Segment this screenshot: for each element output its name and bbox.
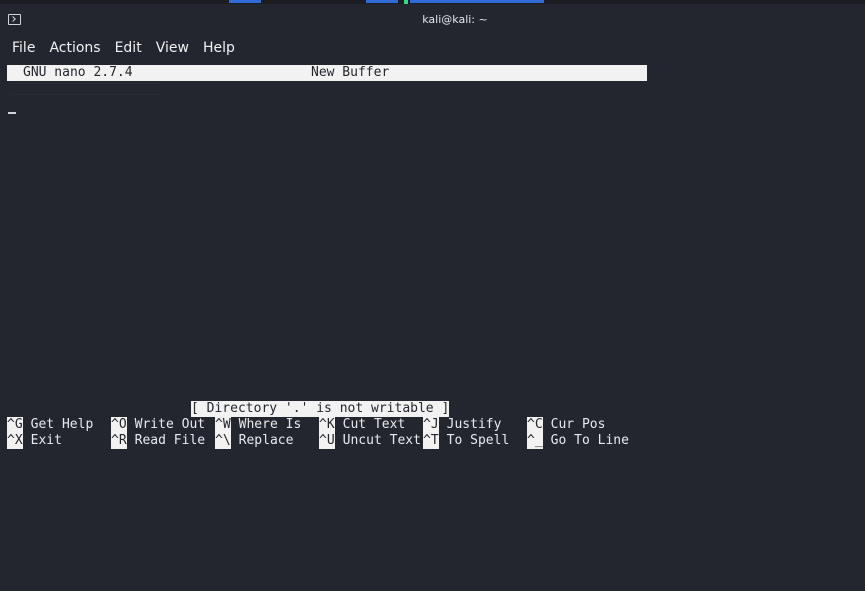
shortcut-where-is[interactable]: ^W Where Is <box>215 417 301 433</box>
shortcut-key: ^G <box>7 417 23 433</box>
shortcut-go-to-line[interactable]: ^_ Go To Line <box>527 433 629 449</box>
shortcut-key: ^X <box>7 433 23 449</box>
shortcut-label: Justify <box>446 417 502 432</box>
shortcut-read-file[interactable]: ^R Read File <box>111 433 205 449</box>
shortcut-exit[interactable]: ^X Exit <box>7 433 62 449</box>
shortcut-key: ^J <box>423 417 439 433</box>
shortcut-label: Uncut Text <box>342 433 421 448</box>
shortcut-label: To Spell <box>446 433 510 448</box>
shortcut-label: Write Out <box>134 417 206 432</box>
shortcut-label: Cur Pos <box>550 417 606 432</box>
shortcut-key: ^R <box>111 433 127 449</box>
shortcut-uncut-text[interactable]: ^U Uncut Text <box>319 433 421 449</box>
nano-version: GNU nano 2.7.4 <box>23 65 133 80</box>
window-title: kali@kali: ~ <box>422 13 488 26</box>
menu-edit[interactable]: Edit <box>111 36 146 60</box>
shortcut-key: ^T <box>423 433 439 449</box>
shortcut-write-out[interactable]: ^O Write Out <box>111 417 205 433</box>
shortcut-get-help[interactable]: ^G Get Help <box>7 417 93 433</box>
title-bar: kali@kali: ~ <box>0 4 865 36</box>
shortcut-key: ^O <box>111 417 127 433</box>
shortcut-to-spell[interactable]: ^T To Spell <box>423 433 509 449</box>
shortcut-label: Where Is <box>238 417 302 432</box>
shortcut-cur-pos[interactable]: ^C Cur Pos <box>527 417 605 433</box>
menu-file[interactable]: File <box>8 36 39 60</box>
menu-view[interactable]: View <box>152 36 193 60</box>
shortcut-justify[interactable]: ^J Justify <box>423 417 501 433</box>
shortcut-label: Exit <box>30 433 62 448</box>
shortcut-label: Get Help <box>30 417 94 432</box>
shortcut-key: ^W <box>215 417 231 433</box>
shortcut-replace[interactable]: ^\ Replace <box>215 433 293 449</box>
ghost-prompt-remnant <box>10 83 160 95</box>
menu-help[interactable]: Help <box>199 36 239 60</box>
panel-task-indicator[interactable] <box>229 0 261 3</box>
shortcut-row-1: ^G Get Help ^O Write Out ^W Where Is ^K Cut … <box>7 417 707 433</box>
shortcut-key: ^_ <box>527 433 543 449</box>
shortcut-key: ^U <box>319 433 335 449</box>
menu-bar: File Actions Edit View Help <box>0 36 865 60</box>
nano-title-bar: GNU nano 2.7.4 New Buffer <box>7 65 647 81</box>
shortcut-label: Replace <box>238 433 294 448</box>
panel-task-indicator[interactable] <box>366 0 398 3</box>
shortcut-key: ^K <box>319 417 335 433</box>
status-message: [ Directory '.' is not writable ] <box>191 401 450 417</box>
menu-actions[interactable]: Actions <box>45 36 104 60</box>
shortcut-label: Cut Text <box>342 417 406 432</box>
shortcut-cut-text[interactable]: ^K Cut Text <box>319 417 405 433</box>
panel-task-indicator[interactable] <box>410 0 544 3</box>
shortcut-key: ^\ <box>215 433 231 449</box>
shortcut-row-2: ^X Exit ^R Read File ^\ Replace ^U Uncut Tex… <box>7 433 707 449</box>
shortcut-label: Read File <box>134 433 206 448</box>
text-cursor[interactable] <box>8 112 16 114</box>
shortcut-key: ^C <box>527 417 543 433</box>
shortcut-label: Go To Line <box>550 433 629 448</box>
nano-buffer-name: New Buffer <box>311 65 390 80</box>
